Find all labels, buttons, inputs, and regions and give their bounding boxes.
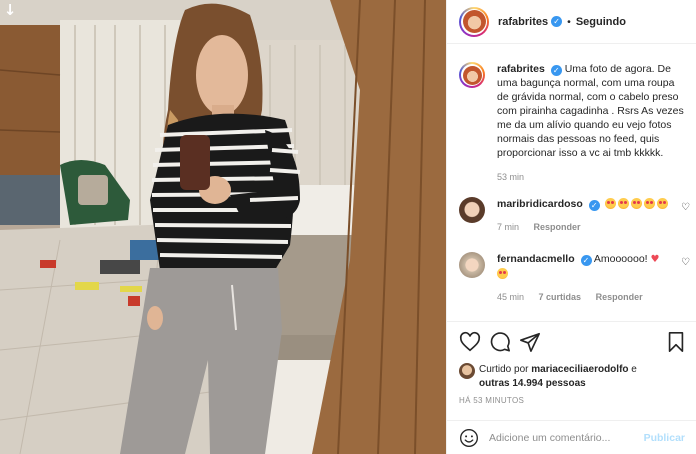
like-comment-heart-icon[interactable]: ♡: [681, 203, 691, 213]
comment-icon[interactable]: [489, 331, 511, 353]
heart-eyes-emoji-group: [604, 198, 670, 210]
emoji-picker-icon[interactable]: [459, 428, 479, 448]
comment-age[interactable]: 45 min: [497, 292, 524, 302]
heart-eyes-emoji-icon: [656, 198, 668, 209]
comment-username[interactable]: maribridicardoso: [497, 198, 583, 210]
comment-likes-count[interactable]: 7 curtidas: [539, 292, 582, 302]
author-username[interactable]: rafabrites: [498, 16, 548, 28]
like-comment-heart-icon[interactable]: ♡: [681, 258, 691, 268]
crying-emoji-icon: [497, 268, 508, 279]
comment-username[interactable]: fernandacmello: [497, 253, 575, 265]
heart-icon[interactable]: [459, 331, 481, 353]
header-separator: •: [567, 15, 571, 28]
comment-item: maribridicardoso ✓ 7 min Responder ♡: [459, 197, 691, 234]
heart-eyes-emoji-icon: [604, 198, 616, 209]
add-comment-bar: Publicar: [447, 420, 696, 454]
caption-text: Uma foto de agora. De uma bagunça normal…: [497, 63, 684, 159]
post-photo[interactable]: ↓: [0, 0, 446, 454]
comment-input[interactable]: [489, 431, 644, 444]
verified-badge-icon: ✓: [588, 200, 600, 211]
liked-by: Curtido por mariaceciliaerodolfo e outra…: [459, 363, 689, 391]
liked-by-prefix: Curtido por: [479, 364, 529, 375]
liked-by-avatar[interactable]: [459, 363, 475, 379]
caption: rafabrites ✓ Uma foto de agora. De uma b…: [459, 62, 689, 184]
verified-badge-icon: ✓: [551, 16, 563, 27]
comment-age[interactable]: 7 min: [497, 222, 519, 232]
comment-text: Amoooooo!: [593, 253, 648, 265]
reply-button[interactable]: Responder: [534, 222, 581, 232]
heart-eyes-emoji-icon: [643, 198, 655, 209]
comments-list[interactable]: rafabrites ✓ Uma foto de agora. De uma b…: [447, 45, 696, 320]
liked-by-and: e: [631, 364, 637, 375]
photo-image: [0, 0, 446, 454]
post-side-panel: rafabrites ✓ • Seguindo rafabrites ✓ Uma…: [446, 0, 696, 454]
red-heart-emoji-icon: ♥: [650, 254, 660, 265]
comment-item: fernandacmello ✓ Amoooooo! ♥ 45 min 7 cu…: [459, 252, 691, 304]
verified-badge-icon: ✓: [580, 255, 592, 266]
post-timestamp[interactable]: HÁ 53 MINUTOS: [459, 396, 524, 405]
download-icon[interactable]: ↓: [2, 2, 18, 18]
comment-avatar[interactable]: [459, 197, 485, 223]
verified-badge-icon: ✓: [550, 65, 562, 76]
publish-button[interactable]: Publicar: [644, 432, 685, 444]
author-avatar[interactable]: [459, 6, 489, 37]
liked-by-user[interactable]: mariaceciliaerodolfo: [531, 364, 628, 375]
heart-eyes-emoji-icon: [630, 198, 642, 209]
heart-eyes-emoji-icon: [617, 198, 629, 209]
bookmark-icon[interactable]: [665, 331, 687, 353]
caption-avatar[interactable]: [459, 62, 485, 88]
likes-count[interactable]: outras 14.994 pessoas: [479, 378, 586, 389]
post-header: rafabrites ✓ • Seguindo: [447, 0, 696, 44]
caption-age[interactable]: 53 min: [497, 172, 524, 182]
comment-avatar[interactable]: [459, 252, 485, 278]
share-icon[interactable]: [519, 331, 541, 353]
following-button[interactable]: Seguindo: [576, 16, 626, 28]
caption-username[interactable]: rafabrites: [497, 63, 545, 75]
reply-button[interactable]: Responder: [596, 292, 643, 302]
